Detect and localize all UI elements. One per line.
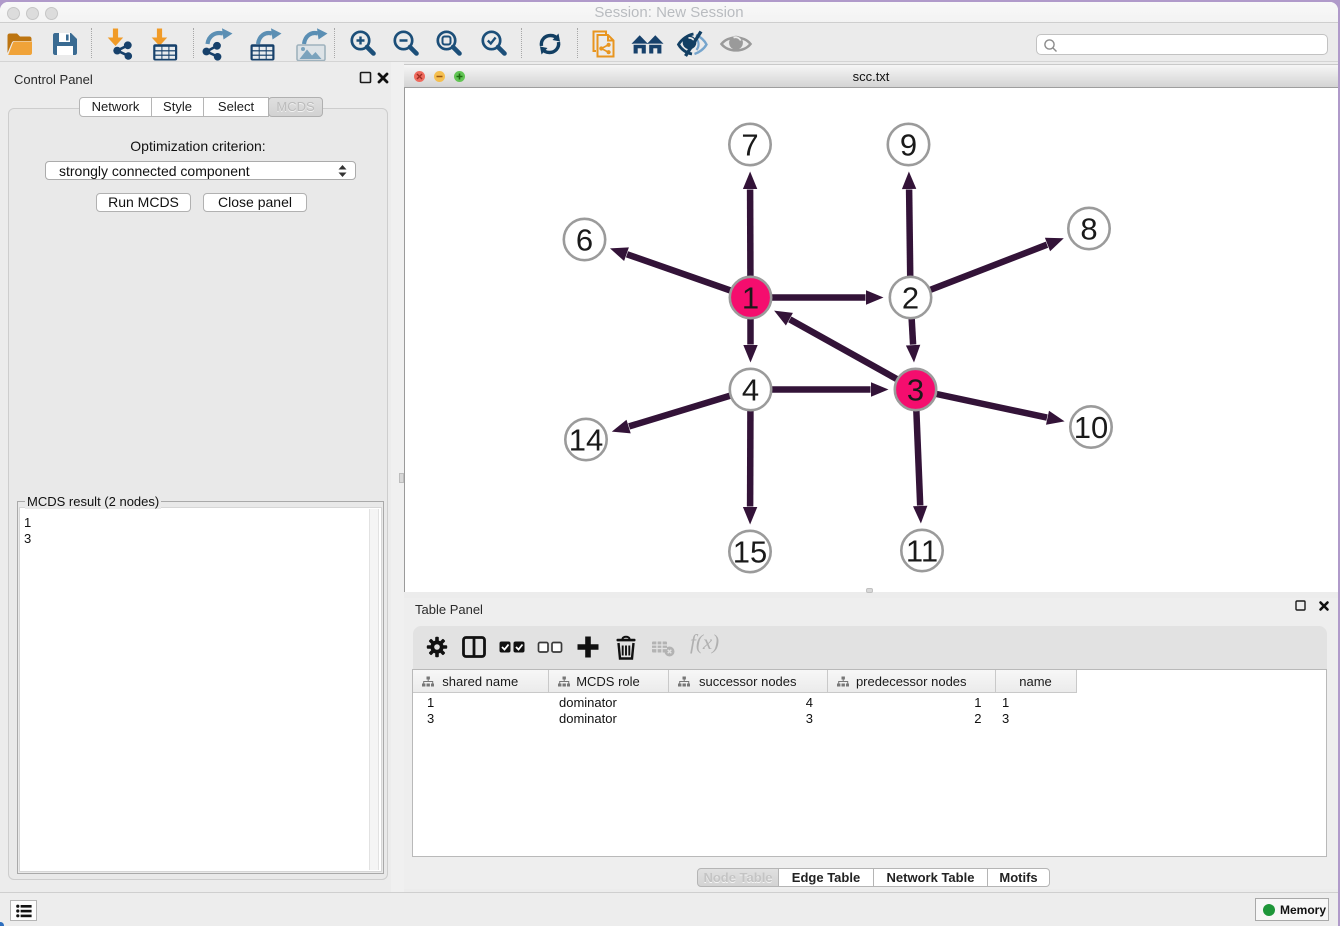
svg-text:4: 4 bbox=[742, 373, 759, 408]
svg-text:15: 15 bbox=[733, 535, 767, 570]
svg-text:11: 11 bbox=[906, 534, 938, 569]
svg-text:8: 8 bbox=[1080, 212, 1097, 247]
svg-text:9: 9 bbox=[900, 128, 917, 163]
svg-text:10: 10 bbox=[1074, 410, 1108, 445]
svg-text:14: 14 bbox=[569, 423, 603, 458]
svg-text:3: 3 bbox=[907, 373, 924, 408]
svg-text:6: 6 bbox=[576, 223, 593, 258]
svg-text:7: 7 bbox=[741, 128, 758, 163]
svg-text:1: 1 bbox=[742, 281, 759, 316]
svg-text:2: 2 bbox=[902, 281, 919, 316]
